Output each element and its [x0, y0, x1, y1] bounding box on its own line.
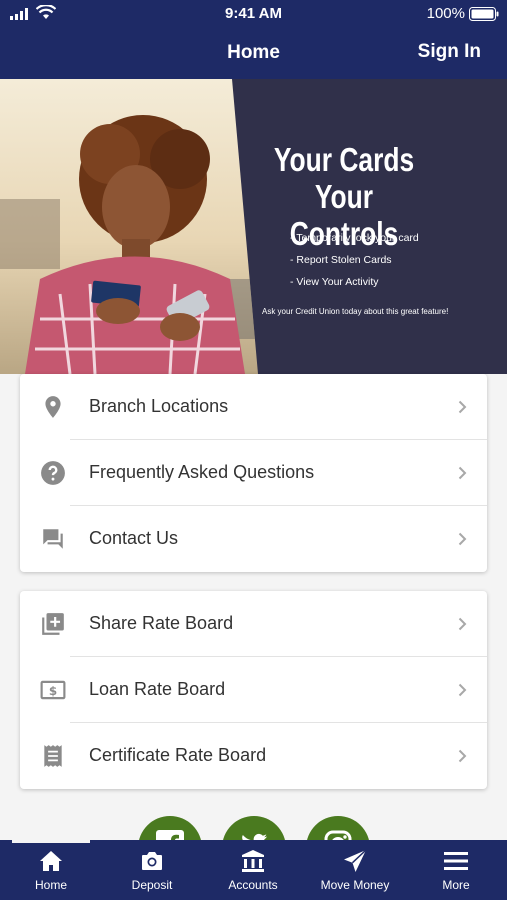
- add-box-icon: [42, 613, 64, 635]
- banner-headline-line-1: Your Cards: [273, 141, 415, 178]
- menu-item-label: Branch Locations: [89, 396, 229, 416]
- receipt-icon: [44, 745, 62, 767]
- svg-text:$: $: [49, 684, 57, 698]
- help-circle-icon: [41, 461, 65, 485]
- tab-more[interactable]: More: [406, 840, 506, 900]
- camera-icon: [142, 852, 162, 870]
- tab-label: More: [442, 878, 470, 892]
- chat-icon: [43, 529, 63, 549]
- menu-item-label: Share Rate Board: [89, 613, 234, 633]
- tab-label: Home: [34, 878, 67, 892]
- dollar-bill-icon: $: [40, 680, 66, 700]
- rates-menu-card: Share Rate Board $ Loan Rate Board Certi…: [20, 591, 487, 789]
- menu-item-share-rate-board[interactable]: Share Rate Board: [20, 591, 487, 657]
- chevron-right-icon: [458, 683, 467, 697]
- menu-item-label: Loan Rate Board: [89, 679, 226, 699]
- bottom-tab-bar: Home Deposit Accounts Move Money More: [0, 840, 507, 900]
- chevron-right-icon: [458, 617, 467, 631]
- menu-item-label: Certificate Rate Board: [89, 745, 267, 765]
- location-pin-icon: [45, 396, 61, 418]
- banner-bullet: - View Your Activity: [290, 276, 379, 288]
- battery-icon: [469, 7, 499, 21]
- menu-item-branch-locations[interactable]: Branch Locations: [20, 374, 487, 440]
- status-bar: 9:41 AM 100%: [0, 0, 507, 28]
- bank-icon: [242, 850, 264, 872]
- chevron-right-icon: [458, 749, 467, 763]
- tab-label: Accounts: [228, 878, 278, 892]
- chevron-right-icon: [458, 466, 467, 480]
- home-icon: [40, 851, 62, 871]
- menu-item-certificate-rate-board[interactable]: Certificate Rate Board: [20, 723, 487, 789]
- tab-move-money[interactable]: Move Money: [305, 840, 405, 900]
- battery-percent: 100%: [426, 5, 465, 22]
- banner-bullet: - Report Stolen Cards: [290, 254, 392, 266]
- tab-home[interactable]: Home: [1, 840, 101, 900]
- banner-bullets: - Temporarily lock your card - Report St…: [290, 227, 419, 293]
- banner-bullet: - Temporarily lock your card: [290, 232, 419, 244]
- banner-photo: [0, 79, 507, 374]
- tab-label: Move Money: [320, 878, 390, 892]
- chevron-right-icon: [458, 532, 467, 546]
- chevron-right-icon: [458, 400, 467, 414]
- menu-item-contact-us[interactable]: Contact Us: [20, 506, 487, 572]
- tab-deposit[interactable]: Deposit: [102, 840, 202, 900]
- tab-label: Deposit: [131, 878, 173, 892]
- menu-item-faq[interactable]: Frequently Asked Questions: [20, 440, 487, 506]
- menu-item-loan-rate-board[interactable]: $ Loan Rate Board: [20, 657, 487, 723]
- tab-accounts[interactable]: Accounts: [203, 840, 303, 900]
- menu-item-label: Frequently Asked Questions: [89, 462, 315, 482]
- send-icon: [344, 849, 367, 872]
- menu-item-label: Contact Us: [89, 528, 179, 548]
- menu-icon: [444, 852, 468, 870]
- promo-banner[interactable]: Your Cards Your Controls - Temporarily l…: [0, 79, 507, 374]
- sign-in-button[interactable]: Sign In: [418, 41, 481, 63]
- top-bar: 9:41 AM 100% Home Sign In: [0, 0, 507, 79]
- info-menu-card: Branch Locations Frequently Asked Questi…: [20, 374, 487, 572]
- banner-footer: Ask your Credit Union today about this g…: [262, 307, 449, 316]
